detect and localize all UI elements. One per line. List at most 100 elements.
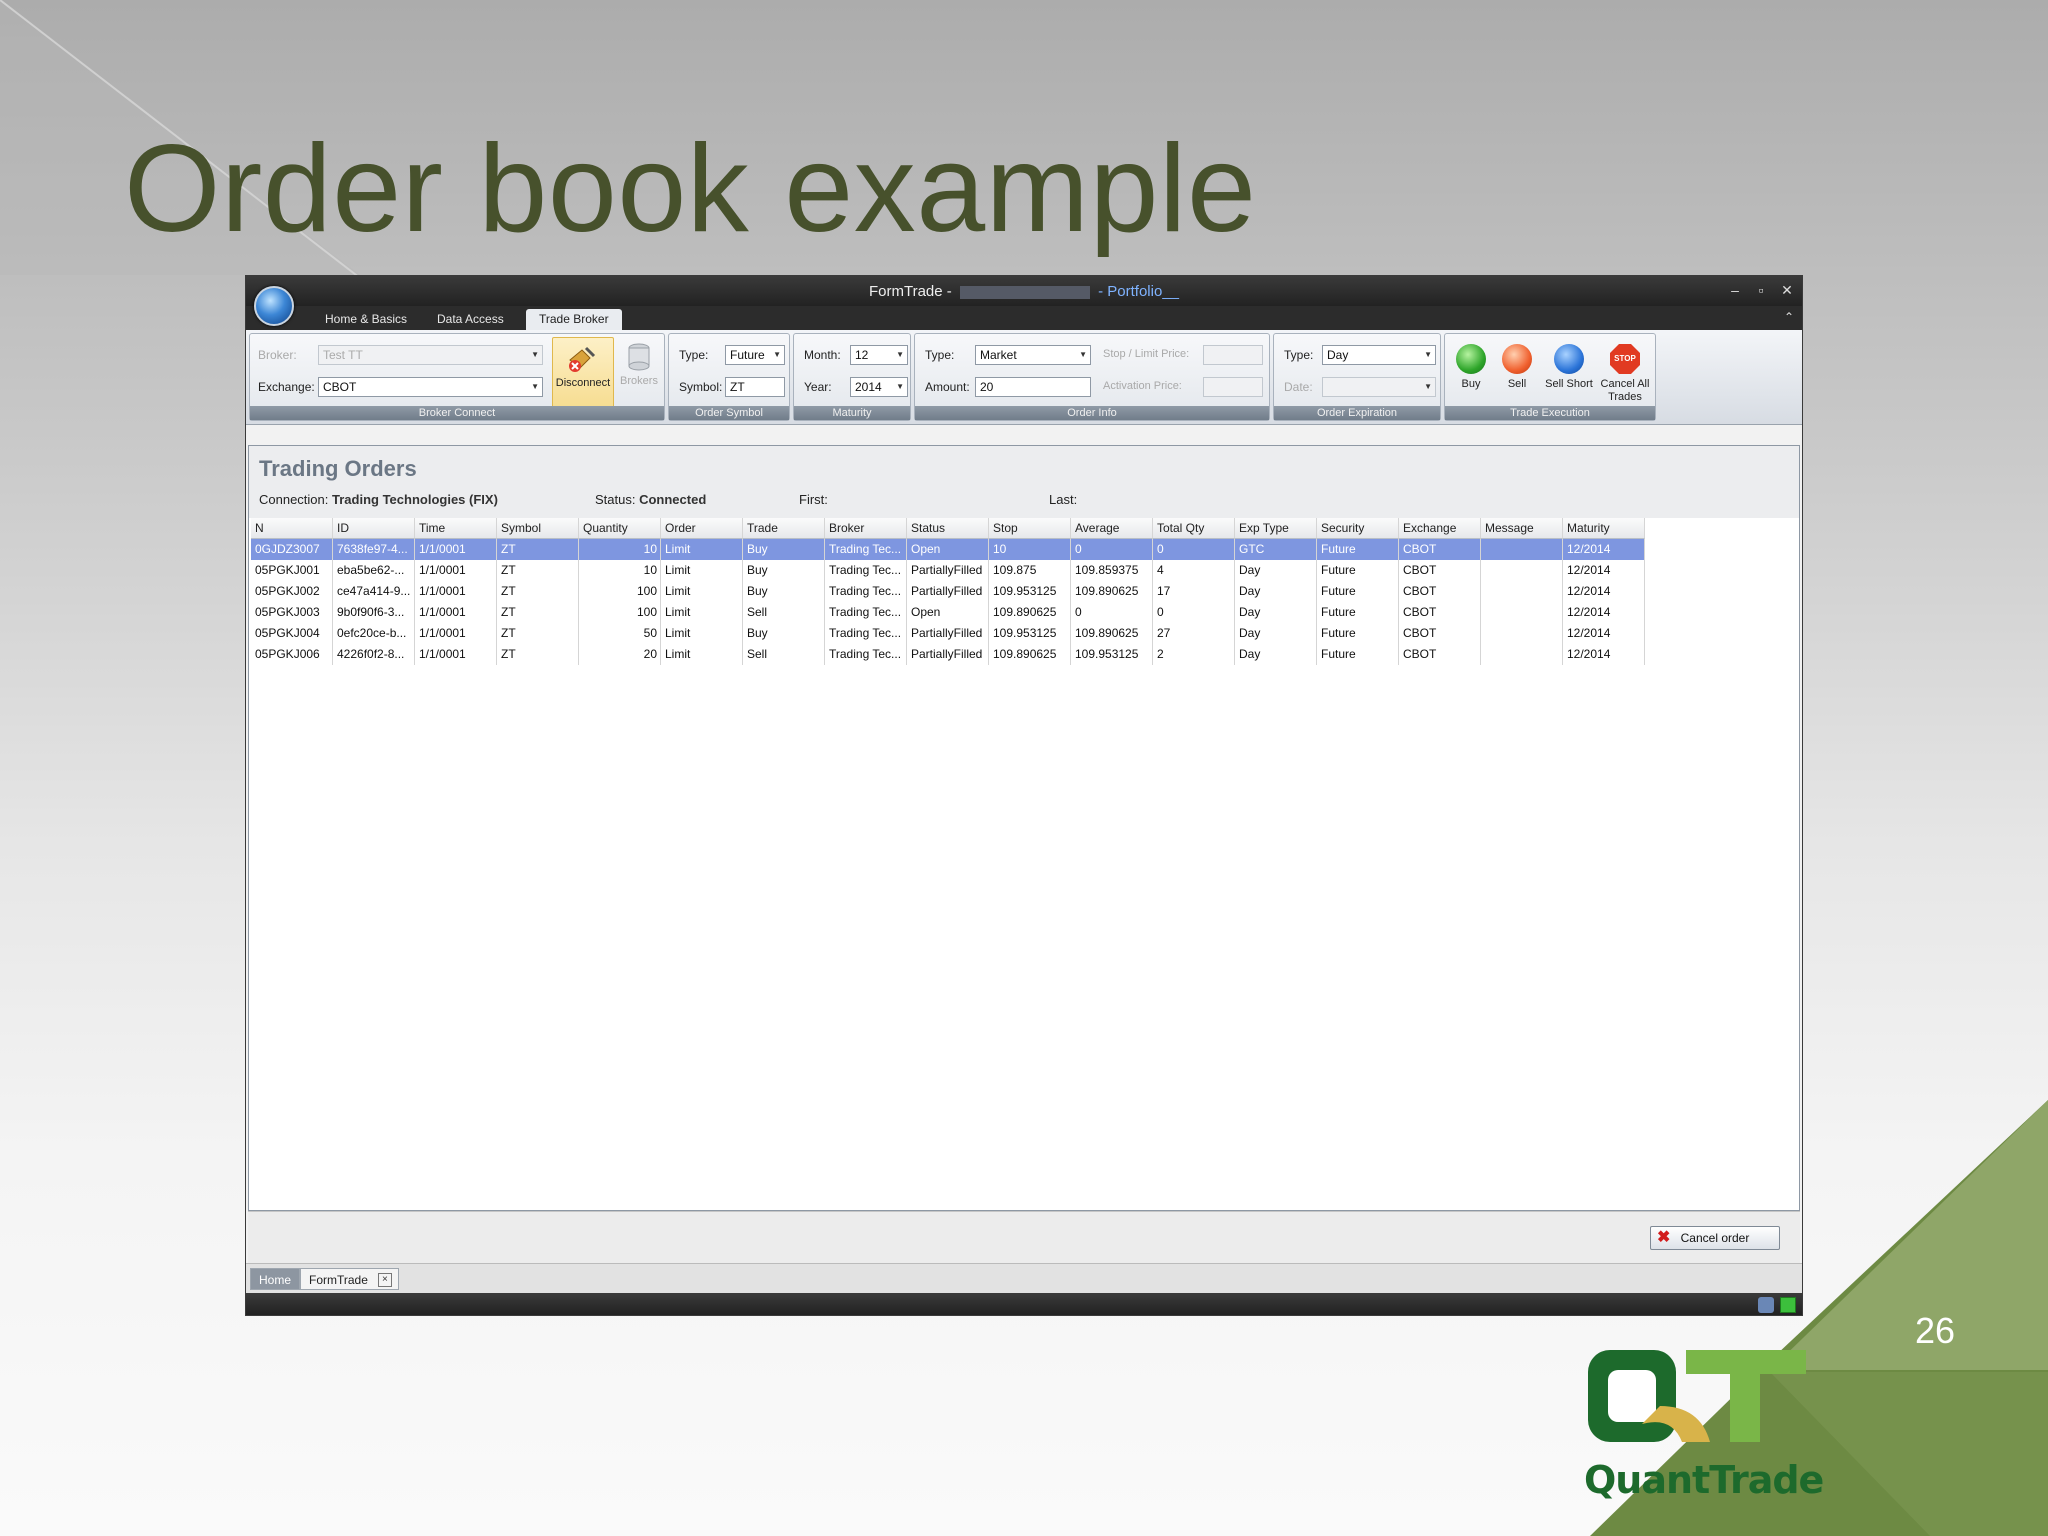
application-orb-icon[interactable] xyxy=(254,286,294,326)
status-value: Connected xyxy=(639,492,707,507)
tab-trade-broker[interactable]: Trade Broker xyxy=(526,309,622,330)
chevron-down-icon: ▼ xyxy=(1079,350,1087,359)
activation-price-label: Activation Price: xyxy=(1103,380,1182,392)
close-tab-icon[interactable]: × xyxy=(377,1273,392,1287)
panel-header: Trading Orders Connection: Trading Techn… xyxy=(249,446,1799,518)
month-select[interactable]: 12 ▼ xyxy=(850,345,908,365)
symbol-type-select[interactable]: Future ▼ xyxy=(725,345,785,365)
tab-data-access[interactable]: Data Access xyxy=(424,309,517,330)
symbol-type-label: Type: xyxy=(679,348,709,362)
cancel-order-label: Cancel order xyxy=(1680,1231,1750,1245)
table-cell: Buy xyxy=(743,539,825,560)
restore-button[interactable]: ▫ xyxy=(1750,280,1772,300)
table-cell: Sell xyxy=(743,602,825,623)
tab-home-basics[interactable]: Home & Basics xyxy=(312,309,420,330)
chevron-down-icon: ▼ xyxy=(531,350,539,359)
table-cell: Future xyxy=(1317,581,1399,602)
chevron-down-icon: ▼ xyxy=(773,350,781,359)
table-row[interactable]: 0GJDZ3007 7638fe97-4... 1/1/0001 ZT 10 Limit B… xyxy=(251,539,1802,560)
stop-limit-price-label: Stop / Limit Price: xyxy=(1103,348,1190,360)
table-cell: 10 xyxy=(989,539,1071,560)
column-header[interactable]: Status xyxy=(907,518,989,539)
connection-info: Connection: Trading Technologies (FIX) xyxy=(259,492,498,507)
buy-button[interactable]: Buy xyxy=(1447,338,1495,410)
table-cell: 4226f0f2-8... xyxy=(333,644,415,665)
column-header[interactable]: Quantity xyxy=(579,518,661,539)
collapse-ribbon-icon[interactable]: ⌃ xyxy=(1784,310,1794,324)
amount-input[interactable]: 20 xyxy=(975,377,1091,397)
column-header[interactable]: Trade xyxy=(743,518,825,539)
table-cell: 12/2014 xyxy=(1563,581,1645,602)
table-cell: Buy xyxy=(743,581,825,602)
column-header[interactable]: Total Qty xyxy=(1153,518,1235,539)
table-cell: eba5be62-... xyxy=(333,560,415,581)
column-header[interactable]: Exchange xyxy=(1399,518,1481,539)
cancel-all-trades-button[interactable]: STOP Cancel All Trades xyxy=(1597,338,1653,410)
expiration-date-label: Date: xyxy=(1284,380,1313,394)
column-header[interactable]: N xyxy=(251,518,333,539)
orange-circle-icon xyxy=(1502,344,1532,374)
column-header[interactable]: Message xyxy=(1481,518,1563,539)
slide-title: Order book example xyxy=(124,120,1257,258)
table-row[interactable]: 05PGKJ002 ce47a414-9... 1/1/0001 ZT 100 Limit… xyxy=(251,581,1802,602)
sell-button[interactable]: Sell xyxy=(1493,338,1541,410)
sell-short-label: Sell Short xyxy=(1545,378,1593,390)
table-cell: 1/1/0001 xyxy=(415,539,497,560)
column-header[interactable]: Average xyxy=(1071,518,1153,539)
table-cell: 12/2014 xyxy=(1563,602,1645,623)
sell-short-button[interactable]: Sell Short xyxy=(1541,338,1597,410)
column-header[interactable]: Maturity xyxy=(1563,518,1645,539)
broker-label: Broker: xyxy=(258,348,297,362)
column-header[interactable]: Broker xyxy=(825,518,907,539)
table-cell: 10 xyxy=(579,539,661,560)
cancel-x-icon: ✖ xyxy=(1657,1229,1671,1246)
chevron-down-icon: ▼ xyxy=(1424,382,1432,391)
table-cell: 1/1/0001 xyxy=(415,602,497,623)
doc-tab-home[interactable]: Home xyxy=(250,1268,301,1290)
column-header[interactable]: Stop xyxy=(989,518,1071,539)
table-row[interactable]: 05PGKJ004 0efc20ce-b... 1/1/0001 ZT 50 Limit B… xyxy=(251,623,1802,644)
table-cell: Limit xyxy=(661,602,743,623)
doc-tab-formtrade[interactable]: FormTrade × xyxy=(300,1268,399,1290)
table-cell: ZT xyxy=(497,623,579,644)
column-header[interactable]: Exp Type xyxy=(1235,518,1317,539)
close-button[interactable]: ✕ xyxy=(1776,280,1798,300)
minimize-button[interactable]: – xyxy=(1724,280,1746,300)
table-cell: Trading Tec... xyxy=(825,602,907,623)
table-row[interactable]: 05PGKJ003 9b0f90f6-3... 1/1/0001 ZT 100 Limit… xyxy=(251,602,1802,623)
table-cell: 1/1/0001 xyxy=(415,581,497,602)
symbol-type-value: Future xyxy=(730,348,765,362)
last-label: Last: xyxy=(1049,492,1078,507)
cancel-order-button[interactable]: ✖ Cancel order xyxy=(1650,1226,1780,1250)
broker-field[interactable]: Test TT ▼ xyxy=(318,345,543,365)
sell-label: Sell xyxy=(1507,378,1527,390)
grid-header-row: N ID Time Symbol Quantity Order Trade Broker Sta… xyxy=(251,518,1802,539)
column-header[interactable]: Security xyxy=(1317,518,1399,539)
column-header[interactable]: Symbol xyxy=(497,518,579,539)
column-header[interactable]: Order xyxy=(661,518,743,539)
table-cell: 109.875 xyxy=(989,560,1071,581)
exchange-select[interactable]: CBOT ▼ xyxy=(318,377,543,397)
table-row[interactable]: 05PGKJ001 eba5be62-... 1/1/0001 ZT 10 Limit Bu… xyxy=(251,560,1802,581)
brokers-icon xyxy=(628,343,650,371)
expiration-type-select[interactable]: Day ▼ xyxy=(1322,345,1436,365)
table-row[interactable]: 05PGKJ006 4226f0f2-8... 1/1/0001 ZT 20 Limit S… xyxy=(251,644,1802,665)
table-cell: 10 xyxy=(579,560,661,581)
symbol-input[interactable]: ZT xyxy=(725,377,785,397)
activation-price-input[interactable] xyxy=(1203,377,1263,397)
year-select[interactable]: 2014 ▼ xyxy=(850,377,908,397)
disconnect-button[interactable]: Disconnect xyxy=(552,337,614,411)
column-header[interactable]: Time xyxy=(415,518,497,539)
table-cell: Buy xyxy=(743,560,825,581)
cancel-all-label-line2: Trades xyxy=(1608,391,1642,403)
table-cell: ZT xyxy=(497,581,579,602)
buy-label: Buy xyxy=(1461,378,1481,390)
order-type-select[interactable]: Market ▼ xyxy=(975,345,1091,365)
column-header[interactable]: ID xyxy=(333,518,415,539)
expiration-date-picker[interactable]: ▼ xyxy=(1322,377,1436,397)
table-cell: Limit xyxy=(661,623,743,644)
settings-icon[interactable] xyxy=(1758,1297,1774,1313)
stop-limit-price-input[interactable] xyxy=(1203,345,1263,365)
table-cell: 9b0f90f6-3... xyxy=(333,602,415,623)
brokers-button[interactable]: Brokers xyxy=(616,338,662,410)
